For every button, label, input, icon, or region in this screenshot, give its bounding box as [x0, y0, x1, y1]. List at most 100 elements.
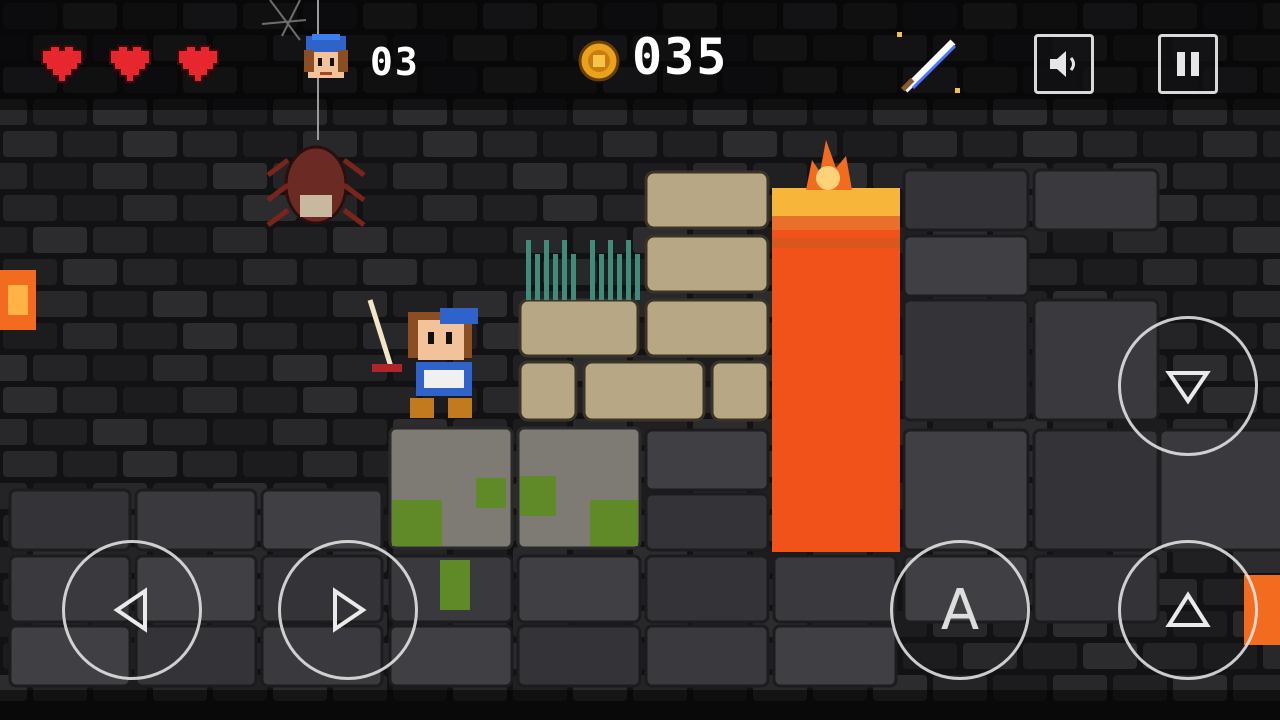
tan-block [518, 298, 640, 358]
wall-brick [63, 323, 117, 349]
wall-brick [153, 227, 207, 253]
wall-brick [363, 387, 417, 413]
wall-brick [723, 131, 777, 157]
wall-brick [0, 227, 27, 253]
wall-brick [0, 355, 27, 381]
wall-brick [153, 163, 207, 189]
floor-stone [644, 492, 770, 552]
wall-brick [1173, 227, 1227, 253]
wall-brick [363, 195, 417, 221]
wall-brick [543, 195, 597, 221]
floor-stone [902, 234, 1030, 298]
wall-brick [183, 451, 237, 477]
tan-block [644, 298, 770, 358]
coin-counter: 035 [632, 28, 729, 86]
attack-button[interactable]: A [890, 540, 1030, 680]
moss-patch [520, 476, 556, 516]
wall-brick [1203, 195, 1257, 221]
floor-stone [644, 624, 770, 688]
lava-wave [772, 238, 900, 248]
wall-brick [243, 131, 297, 157]
wall-brick [603, 131, 657, 157]
heart-icon [41, 45, 83, 83]
grass-tuft [608, 240, 613, 300]
floor-stone [902, 168, 1030, 232]
wall-brick [93, 291, 147, 317]
grass-tuft [599, 254, 604, 300]
wall-brick [1233, 291, 1280, 317]
wall-brick [213, 291, 267, 317]
wall-brick [483, 195, 537, 221]
moss-patch [590, 500, 638, 546]
wall-brick [1233, 227, 1280, 253]
wall-brick [333, 227, 387, 253]
wall-brick [423, 131, 477, 157]
wall-brick [273, 227, 327, 253]
wall-brick [93, 419, 147, 445]
wall-brick [303, 259, 357, 285]
grass-tuft [562, 240, 567, 300]
wall-brick [123, 259, 177, 285]
down-button[interactable] [1118, 316, 1258, 456]
lava-top [772, 188, 900, 216]
wall-brick [93, 163, 147, 189]
tan-block [582, 360, 706, 422]
wall-brick [1263, 259, 1280, 285]
hero-eye [428, 332, 434, 344]
wall-brick [1143, 259, 1197, 285]
wall-brick [483, 131, 537, 157]
wall-brick [1263, 643, 1280, 669]
move-left-button[interactable] [62, 540, 202, 680]
wall-brick [303, 451, 357, 477]
wall-brick [213, 355, 267, 381]
wall-brick [243, 259, 297, 285]
wall-brick [843, 131, 897, 157]
wall-brick [3, 195, 57, 221]
wall-brick [1263, 323, 1280, 349]
wall-brick [63, 131, 117, 157]
wall-brick [1083, 259, 1137, 285]
wall-brick [273, 419, 327, 445]
wall-brick [423, 259, 477, 285]
wall-brick [543, 131, 597, 157]
wall-brick [363, 259, 417, 285]
jump-button[interactable] [1118, 540, 1258, 680]
wall-brick [213, 163, 267, 189]
pause-button[interactable] [1158, 34, 1218, 94]
floor-stone [772, 554, 898, 624]
left-arrow-icon [113, 587, 147, 633]
floor-stone [516, 554, 642, 624]
hero-boot [410, 398, 434, 418]
hero-eye [446, 332, 452, 344]
wall-brick [393, 163, 447, 189]
move-right-button[interactable] [278, 540, 418, 680]
wall-brick [1263, 131, 1280, 157]
wall-brick [513, 163, 567, 189]
hearts-container [38, 40, 238, 90]
wall-brick [1023, 131, 1077, 157]
grass-tuft [535, 254, 540, 300]
wall-brick [573, 163, 627, 189]
sound-button[interactable] [1034, 34, 1094, 94]
wall-brick [1023, 643, 1077, 669]
wall-brick [213, 419, 267, 445]
tan-block [710, 360, 770, 422]
wall-brick [123, 451, 177, 477]
fire-core [816, 166, 840, 190]
hero-boot [448, 398, 472, 418]
floor-stone [1032, 168, 1160, 232]
pause-icon [1177, 52, 1199, 76]
down-arrow-icon [1165, 371, 1211, 405]
wall-brick [153, 291, 207, 317]
floor-stone [1032, 428, 1160, 552]
tan-block [644, 234, 770, 294]
wall-brick [123, 131, 177, 157]
attack-button-label: A [940, 577, 980, 643]
wall-brick [513, 227, 567, 253]
grass-tuft [590, 240, 595, 300]
floor-stone [516, 624, 642, 688]
up-arrow-icon [1165, 591, 1211, 627]
grass-tuft [526, 240, 531, 300]
hero-cap [440, 308, 478, 324]
wall-brick [543, 259, 597, 285]
